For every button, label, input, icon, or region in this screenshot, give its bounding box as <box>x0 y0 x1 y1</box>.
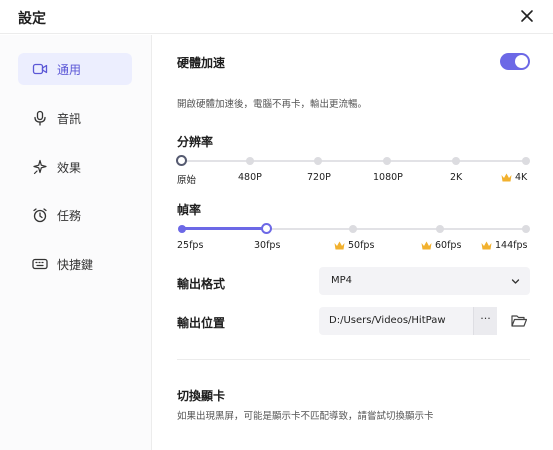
microphone-icon <box>34 110 46 126</box>
resolution-option-label: 2K <box>450 172 463 183</box>
sidebar-item-tasks[interactable]: 任務 <box>18 199 132 231</box>
framerate-option-label: 30fps <box>254 240 281 251</box>
sidebar-item-label: 音訊 <box>57 111 82 126</box>
framerate-option-label: 25fps <box>177 240 204 251</box>
sidebar-item-label: 任務 <box>57 208 82 223</box>
output-format-value: MP4 <box>331 275 353 286</box>
resolution-tick-720p[interactable] <box>314 157 322 165</box>
resolution-slider-thumb[interactable] <box>176 155 187 166</box>
framerate-tick-50fps[interactable] <box>349 225 357 233</box>
resolution-option-4k: 4K <box>501 172 527 183</box>
resolution-tick-2k[interactable] <box>452 157 460 165</box>
sparkle-icon <box>33 159 47 175</box>
sidebar-item-label: 效果 <box>57 160 82 175</box>
sidebar-item-shortcuts[interactable]: 快捷鍵 <box>18 248 132 280</box>
resolution-tick-4k[interactable] <box>522 157 530 165</box>
browse-path-button[interactable]: ··· <box>473 307 497 335</box>
settings-window: 設定 通用 音訊 效果 任務 快捷鍵 硬體加速 開啟硬體加速後，電腦不再卡，輸出… <box>0 0 553 450</box>
sidebar-item-general[interactable]: 通用 <box>18 53 132 85</box>
resolution-option-label: 720P <box>307 172 331 183</box>
framerate-slider-fill <box>182 227 267 230</box>
framerate-tick-60fps[interactable] <box>436 225 444 233</box>
output-format-label: 輸出格式 <box>177 277 226 291</box>
framerate-tick-144fps[interactable] <box>522 225 530 233</box>
resolution-tick-1080p[interactable] <box>383 157 391 165</box>
sidebar-item-label: 通用 <box>57 62 82 77</box>
crown-icon <box>334 241 345 250</box>
alarm-clock-icon <box>33 208 47 223</box>
resolution-option-label: 原始 <box>177 175 197 186</box>
crown-icon <box>481 241 492 250</box>
close-icon[interactable] <box>517 6 537 26</box>
resolution-option-label: 1080P <box>373 172 403 183</box>
framerate-option-label: 50fps <box>348 240 375 251</box>
resolution-slider-track[interactable] <box>182 160 526 162</box>
framerate-option-60fps: 60fps <box>421 240 461 251</box>
framerate-option-144fps: 144fps <box>481 240 527 251</box>
framerate-label: 幀率 <box>177 203 202 217</box>
chevron-down-icon <box>511 279 520 284</box>
title-bar: 設定 <box>0 0 553 34</box>
gpu-switch-label: 切換顯卡 <box>177 389 226 403</box>
sidebar-item-audio[interactable]: 音訊 <box>18 102 132 134</box>
resolution-option-label: 4K <box>515 172 528 183</box>
framerate-option-50fps: 50fps <box>334 240 374 251</box>
resolution-tick-480p[interactable] <box>246 157 254 165</box>
sidebar-item-effects[interactable]: 效果 <box>18 151 132 183</box>
resolution-option-label: 480P <box>238 172 262 183</box>
framerate-option-label: 144fps <box>495 240 528 251</box>
keyboard-icon <box>32 258 48 270</box>
framerate-option-label: 60fps <box>435 240 462 251</box>
toggle-knob <box>515 55 528 68</box>
hw-accel-label: 硬體加速 <box>177 56 226 70</box>
hw-accel-description: 開啟硬體加速後，電腦不再卡，輸出更流暢。 <box>177 99 368 110</box>
window-title: 設定 <box>18 11 46 27</box>
output-location-label: 輸出位置 <box>177 316 226 330</box>
output-format-select[interactable]: MP4 <box>319 267 530 295</box>
sidebar-item-label: 快捷鍵 <box>57 257 94 272</box>
folder-open-icon[interactable] <box>511 314 527 328</box>
resolution-label: 分辨率 <box>177 135 214 149</box>
framerate-slider-thumb[interactable] <box>261 223 272 234</box>
crown-icon <box>501 173 512 182</box>
gpu-switch-description: 如果出現黑屏，可能是顯示卡不匹配導致，請嘗試切換顯示卡 <box>177 411 434 422</box>
camera-icon <box>32 63 48 75</box>
output-path-value: D:/Users/Videos/HitPaw <box>329 315 446 326</box>
settings-panel: 硬體加速 開啟硬體加速後，電腦不再卡，輸出更流暢。 分辨率 原始 480P 72… <box>153 35 553 450</box>
framerate-tick-25fps[interactable] <box>178 225 186 233</box>
sidebar: 通用 音訊 效果 任務 快捷鍵 <box>0 35 152 450</box>
hw-accel-toggle[interactable] <box>500 53 530 70</box>
section-divider <box>177 359 530 360</box>
output-path-field[interactable]: D:/Users/Videos/HitPaw <box>319 307 497 335</box>
crown-icon <box>421 241 432 250</box>
